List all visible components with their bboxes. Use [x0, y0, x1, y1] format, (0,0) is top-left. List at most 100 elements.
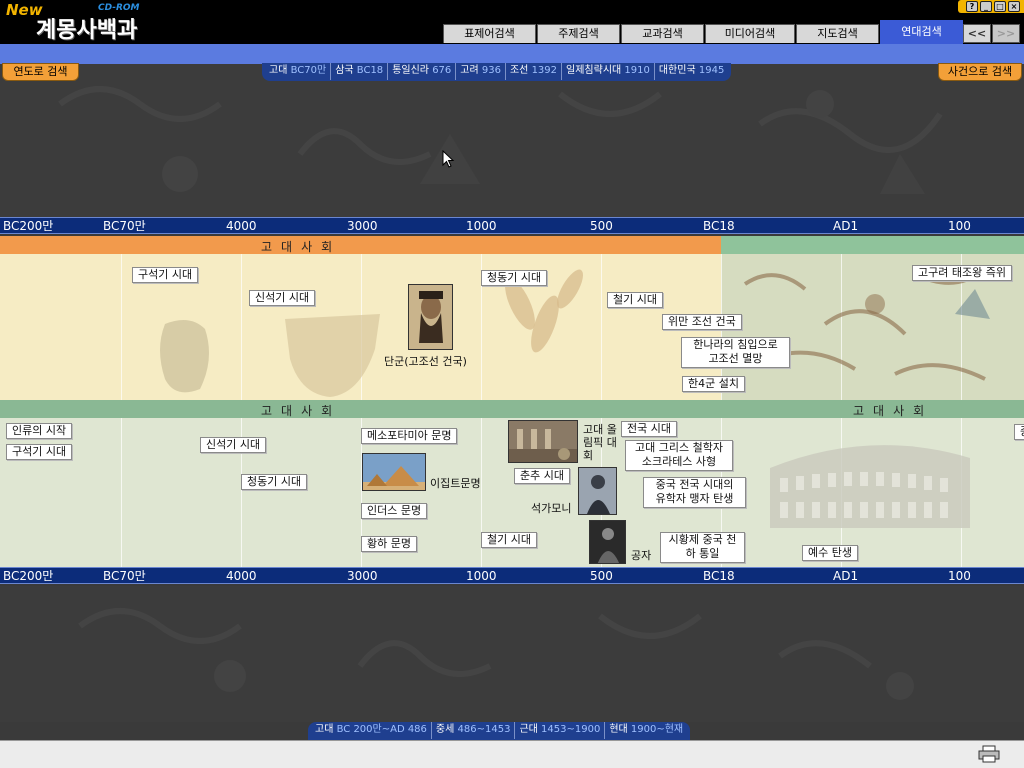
event-world-confucius[interactable]: 공자 — [631, 549, 651, 562]
scale-label: BC70만 — [103, 569, 146, 583]
search-by-year-button[interactable]: 연도로 검색 — [2, 63, 79, 81]
scale-label: 4000 — [226, 219, 257, 233]
scale-label: 100 — [948, 569, 971, 583]
nav-prev-button[interactable]: << — [963, 24, 991, 43]
tab-curriculum-search[interactable]: 교과검색 — [621, 24, 704, 43]
world-band-title-right: 고대사회 — [853, 404, 934, 418]
scale-label: 100 — [948, 219, 971, 233]
maximize-icon[interactable]: □ — [994, 1, 1006, 12]
tab-headword-search[interactable]: 표제어검색 — [443, 24, 536, 43]
event-korea-wiman-joseon[interactable]: 위만 조선 건국 — [662, 314, 742, 330]
event-world-mesopotamia[interactable]: 메소포타미아 문명 — [361, 428, 458, 444]
event-korea-paleolithic[interactable]: 구석기 시대 — [132, 267, 199, 283]
confucius-portrait-icon — [590, 521, 625, 563]
pyramid-image[interactable] — [362, 453, 426, 491]
nav-next-button[interactable]: >> — [992, 24, 1020, 43]
decorative-mural — [58, 86, 943, 194]
colosseum-image — [770, 445, 970, 528]
world-band-title-left: 고대사회 — [261, 404, 342, 418]
portrait-icon — [409, 285, 452, 349]
event-world-qin-unification[interactable]: 시황제 중국 천하 통일 — [660, 532, 745, 563]
event-korea-bronze-age[interactable]: 청동기 시대 — [481, 270, 548, 286]
confucius-image[interactable] — [589, 520, 626, 564]
event-world-jesus-birth[interactable]: 예수 탄생 — [802, 545, 858, 561]
tab-media-search[interactable]: 미디어검색 — [705, 24, 795, 43]
tab-map-search[interactable]: 지도검색 — [796, 24, 879, 43]
event-world-mencius[interactable]: 중국 전국 시대의 유학자 맹자 탄생 — [643, 477, 746, 508]
pottery-image — [285, 314, 380, 397]
event-korea-dangun[interactable]: 단군(고조선 건국) — [384, 355, 467, 368]
event-world-iron-age[interactable]: 철기 시대 — [481, 532, 537, 548]
scale-label: BC200만 — [3, 569, 54, 583]
event-korea-neolithic[interactable]: 신석기 시대 — [249, 290, 316, 306]
stone-tool-image — [160, 320, 209, 393]
scale-label: BC200만 — [3, 219, 54, 233]
timeline-scale-bottom: BC200만 BC70만 4000 3000 1000 500 BC18 AD1… — [0, 567, 1024, 584]
scale-label: AD1 — [833, 219, 859, 233]
pyramid-icon — [363, 454, 425, 490]
event-world-huang-he[interactable]: 황하 문명 — [361, 536, 417, 552]
search-by-event-button[interactable]: 사건으로 검색 — [938, 63, 1022, 81]
event-world-socrates[interactable]: 고대 그리스 철학자 소크라테스 사형 — [625, 440, 733, 471]
top-background — [0, 64, 1024, 217]
event-world-partial[interactable]: 중 — [1014, 424, 1024, 440]
event-world-humanity-origin[interactable]: 인류의 시작 — [6, 423, 73, 439]
status-bar — [0, 740, 1024, 768]
app-logo: 계몽사백과 — [36, 17, 138, 43]
world-band-header: 고대사회 고대사회 — [0, 400, 1024, 418]
era-joseon[interactable]: 조선 1392 — [506, 63, 563, 80]
tab-subject-search[interactable]: 주제검색 — [537, 24, 620, 43]
event-world-warring-states[interactable]: 전국 시대 — [621, 421, 677, 437]
world-era-navigation: 고대 BC 200만~AD 486 중세 486~1453 근대 1453~19… — [308, 722, 691, 740]
event-world-neolithic[interactable]: 신석기 시대 — [200, 437, 267, 453]
korea-band-header: 고대사회 — [0, 236, 1024, 254]
scale-label: BC70만 — [103, 219, 146, 233]
era-world-modern[interactable]: 근대 1453~1900 — [515, 722, 606, 739]
event-world-bronze-age[interactable]: 청동기 시대 — [241, 474, 308, 490]
era-world-medieval[interactable]: 중세 486~1453 — [432, 722, 516, 739]
scale-label: 3000 — [347, 569, 378, 583]
event-world-spring-autumn[interactable]: 춘추 시대 — [514, 468, 570, 484]
scale-label: 1000 — [466, 569, 497, 583]
cursor-pointer-icon — [442, 150, 455, 168]
event-world-buddha[interactable]: 석가모니 — [531, 502, 571, 515]
buddha-statue-icon — [579, 468, 616, 514]
event-world-egypt[interactable]: 이집트문명 — [430, 477, 481, 490]
scale-label: 1000 — [466, 219, 497, 233]
era-world-contemporary[interactable]: 현대 1900~현재 — [605, 722, 687, 739]
era-ancient[interactable]: 고대 BC70만 — [265, 63, 332, 80]
event-korea-four-commanderies[interactable]: 한4군 설치 — [682, 376, 745, 392]
era-world-ancient[interactable]: 고대 BC 200만~AD 486 — [311, 722, 432, 739]
era-goryeo[interactable]: 고려 936 — [456, 63, 506, 80]
event-world-olympics[interactable]: 고대 올림픽 대회 — [583, 423, 623, 462]
era-japanese-occupation[interactable]: 일제침략시대 1910 — [562, 63, 655, 80]
event-world-indus[interactable]: 인더스 문명 — [361, 503, 428, 519]
korea-era-navigation: 고대 BC70만 삼국 BC18 통일신라 676 고려 936 조선 1392… — [262, 63, 732, 81]
olympic-ruins-icon — [509, 421, 577, 462]
timeline-scale-top: BC200만 BC70만 4000 3000 1000 500 BC18 AD1… — [0, 217, 1024, 234]
printer-icon[interactable] — [978, 745, 1000, 763]
bottom-background — [0, 586, 1024, 722]
era-republic-of-korea[interactable]: 대한민국 1945 — [655, 63, 728, 80]
minimize-icon[interactable]: _ — [980, 1, 992, 12]
event-world-paleolithic[interactable]: 구석기 시대 — [6, 444, 73, 460]
korea-band-title: 고대사회 — [261, 240, 342, 254]
era-three-kingdoms[interactable]: 삼국 BC18 — [331, 63, 389, 80]
event-korea-goguryeo-taejo[interactable]: 고구려 태조왕 즉위 — [912, 265, 1012, 281]
dangun-portrait-image[interactable] — [408, 284, 453, 350]
scale-label: 3000 — [347, 219, 378, 233]
decorative-mural — [78, 608, 914, 700]
scale-label: 4000 — [226, 569, 257, 583]
scale-label: AD1 — [833, 569, 859, 583]
close-icon[interactable]: × — [1008, 1, 1020, 12]
scale-label: 500 — [590, 219, 613, 233]
help-icon[interactable]: ? — [966, 1, 978, 12]
event-korea-iron-age[interactable]: 철기 시대 — [607, 292, 663, 308]
scale-label: BC18 — [703, 569, 735, 583]
era-unified-silla[interactable]: 통일신라 676 — [388, 63, 457, 80]
olympic-image[interactable] — [508, 420, 578, 463]
scale-label: 500 — [590, 569, 613, 583]
buddha-image[interactable] — [578, 467, 617, 515]
tab-chronology-search[interactable]: 연대검색 — [880, 20, 963, 44]
event-korea-gojoseon-fall[interactable]: 한나라의 침입으로 고조선 멸망 — [681, 337, 790, 368]
